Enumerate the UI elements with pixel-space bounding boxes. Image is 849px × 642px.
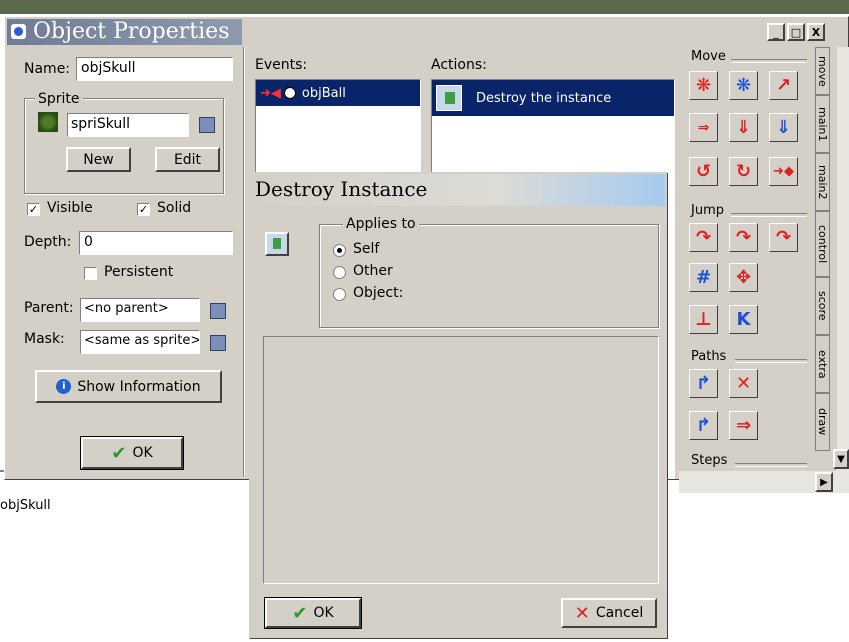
friction-icon[interactable]: ➜◆ [769,157,798,186]
tab-control[interactable]: control [815,211,830,277]
collision-arrows-icon: ➜◀ [260,85,281,101]
speed-horizontal-icon[interactable]: ⇒ [689,113,718,142]
destroy-dialog-icon [265,232,289,256]
solid-checkbox[interactable]: ✓ [137,203,150,216]
tab-move[interactable]: move [815,47,830,95]
jump-section-label: Jump [691,203,724,218]
applies-to-label: Applies to [343,216,419,232]
visible-checkbox[interactable]: ✓ [27,203,40,216]
background-window-fragment [0,0,849,14]
persistent-checkbox[interactable] [84,267,97,280]
radio-other[interactable] [333,266,346,279]
radio-other-label: Other [353,263,393,279]
scroll-right-button[interactable]: ▶ [815,472,833,492]
bounce-icon[interactable]: K [729,305,758,334]
sprite-group-label: Sprite [35,91,83,107]
align-grid-icon[interactable]: # [689,263,718,292]
jump-random-icon[interactable]: ↷ [769,223,798,252]
dialog-titlebar[interactable]: Destroy Instance [251,174,665,206]
tab-main1[interactable]: main1 [815,95,830,153]
solid-label: Solid [157,200,192,216]
panel-divider [243,47,245,477]
tab-score[interactable]: score [815,277,830,335]
actions-label: Actions: [431,57,487,73]
cancel-x-icon: ✕ [574,602,590,624]
ball-icon [283,87,296,99]
radio-self[interactable] [333,244,346,257]
palette-scrollbar[interactable] [837,47,849,471]
paths-section-label: Paths [691,349,727,364]
jump-section-rule [731,213,807,217]
tab-main2[interactable]: main2 [815,153,830,211]
steps-section-label: Steps [691,453,728,468]
tab-draw[interactable]: draw [815,393,830,451]
mask-field[interactable]: <same as sprite> [80,330,200,354]
visible-label: Visible [47,200,93,216]
mask-browse-icon[interactable] [210,335,226,351]
dialog-cancel-button[interactable]: ✕ Cancel [561,598,657,628]
minimize-button[interactable]: _ [767,23,785,41]
background-text-strip: objSkull [0,498,51,513]
sprite-thumbnail [38,112,58,132]
dialog-empty-panel [263,336,659,584]
name-label: Name: [24,61,71,77]
destroy-instance-dialog: Destroy Instance Applies to Self Other O… [249,172,667,638]
steps-section-rule [735,463,807,467]
reverse-vertical-icon[interactable]: ↻ [729,157,758,186]
edit-sprite-button[interactable]: Edit [155,147,220,172]
new-sprite-button[interactable]: New [66,147,131,172]
move-section-label: Move [691,49,726,64]
jump-start-icon[interactable]: ↷ [729,223,758,252]
paths-section-rule [735,359,807,363]
maximize-button[interactable]: □ [787,23,805,41]
show-information-button[interactable]: i Show Information [35,370,222,403]
parent-label: Parent: [24,300,74,316]
move-towards-icon[interactable]: ↗ [769,71,798,100]
persistent-label: Persistent [104,264,174,280]
gravity-icon[interactable]: ⇓ [769,113,798,142]
scroll-down-button[interactable]: ▼ [833,449,849,469]
info-icon: i [56,379,72,394]
set-path-icon[interactable]: ↱ [689,369,718,398]
object-properties-title: Object Properties [33,19,230,44]
action-row[interactable]: Destroy the instance [432,80,674,116]
palette-tabs: move main1 main2 control score extra dra… [815,47,837,467]
checkmark-icon: ✔ [111,442,127,464]
path-speed-icon[interactable]: ⇒ [729,411,758,440]
depth-field[interactable]: 0 [79,231,233,255]
radio-self-label: Self [353,241,380,257]
reverse-horizontal-icon[interactable]: ↺ [689,157,718,186]
event-row[interactable]: ➜◀ objBall [256,80,420,106]
action-palette: Move ❋ ❋ ↗ ⇒ ⇓ ⇓ ↺ ↻ ➜◆ Jump ↷ ↷ ↷ # ✥ ⊥… [679,47,811,471]
events-label: Events: [255,57,308,73]
end-path-icon[interactable]: ✕ [729,369,758,398]
depth-label: Depth: [24,234,72,250]
tab-extra[interactable]: extra [815,335,830,393]
dialog-title: Destroy Instance [255,177,428,201]
sprite-browse-icon[interactable] [199,117,215,133]
move-section-rule [731,59,807,63]
speed-vertical-icon[interactable]: ⇓ [729,113,758,142]
checkmark-icon: ✔ [292,602,308,624]
mask-label: Mask: [24,331,65,347]
parent-field[interactable]: <no parent> [80,298,200,322]
name-field[interactable]: objSkull [76,57,233,81]
object-properties-titlebar[interactable]: Object Properties _ □ X [7,19,846,45]
radio-object[interactable] [333,288,346,301]
wrap-icon[interactable]: ✥ [729,263,758,292]
radio-object-label: Object: [353,285,404,301]
jump-position-icon[interactable]: ↷ [689,223,718,252]
object-ok-button[interactable]: ✔ OK [80,436,184,470]
move-contact-icon[interactable]: ⊥ [689,305,718,334]
close-button[interactable]: X [807,23,825,41]
destroy-action-icon [436,85,462,111]
parent-browse-icon[interactable] [210,303,226,319]
dialog-ok-button[interactable]: ✔ OK [264,597,362,629]
sprite-field[interactable]: spriSkull [67,113,189,137]
move-free-icon[interactable]: ❋ [729,71,758,100]
path-position-icon[interactable]: ↱ [689,411,718,440]
window-app-icon [11,24,26,39]
move-fixed-icon[interactable]: ❋ [689,71,718,100]
